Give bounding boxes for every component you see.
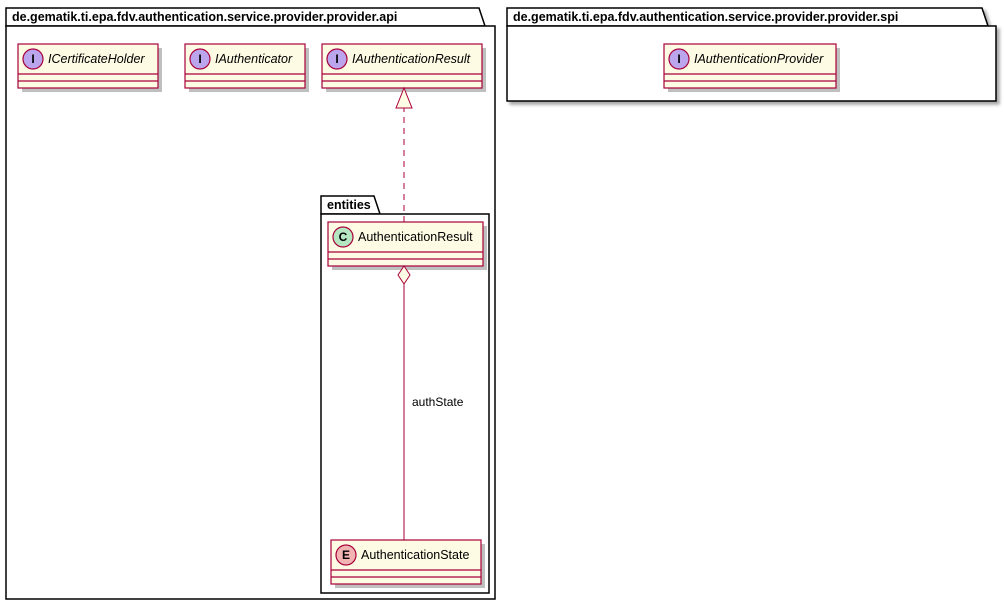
stereo-letter: E <box>342 548 350 562</box>
stereo-letter: I <box>335 52 338 66</box>
enum-authenticationstate-name: AuthenticationState <box>361 548 469 562</box>
interface-iauthenticator-name: IAuthenticator <box>215 52 293 66</box>
package-entities-label: entities <box>327 198 371 212</box>
package-spi-label: de.gematik.ti.epa.fdv.authentication.ser… <box>513 10 898 24</box>
stereo-letter: I <box>31 52 34 66</box>
package-api-label: de.gematik.ti.epa.fdv.authentication.ser… <box>12 10 397 24</box>
interface-iauthenticationresult: I IAuthenticationResult <box>322 44 486 92</box>
enum-authenticationstate: E AuthenticationState <box>331 540 485 588</box>
interface-iauthenticator: I IAuthenticator <box>185 44 309 92</box>
interface-iauthenticationprovider: I IAuthenticationProvider <box>664 44 840 92</box>
class-authenticationresult: C AuthenticationResult <box>328 222 487 270</box>
stereo-letter: I <box>677 52 680 66</box>
interface-icertificateholder: I ICertificateHolder <box>18 44 162 92</box>
relation-aggregation-label: authState <box>412 395 464 409</box>
interface-iauthenticationresult-name: IAuthenticationResult <box>352 52 471 66</box>
class-authenticationresult-name: AuthenticationResult <box>358 230 473 244</box>
stereo-letter: I <box>198 52 201 66</box>
uml-diagram: de.gematik.ti.epa.fdv.authentication.ser… <box>0 0 1004 608</box>
interface-iauthenticationprovider-name: IAuthenticationProvider <box>694 52 824 66</box>
stereo-letter: C <box>339 230 348 244</box>
interface-icertificateholder-name: ICertificateHolder <box>48 52 145 66</box>
